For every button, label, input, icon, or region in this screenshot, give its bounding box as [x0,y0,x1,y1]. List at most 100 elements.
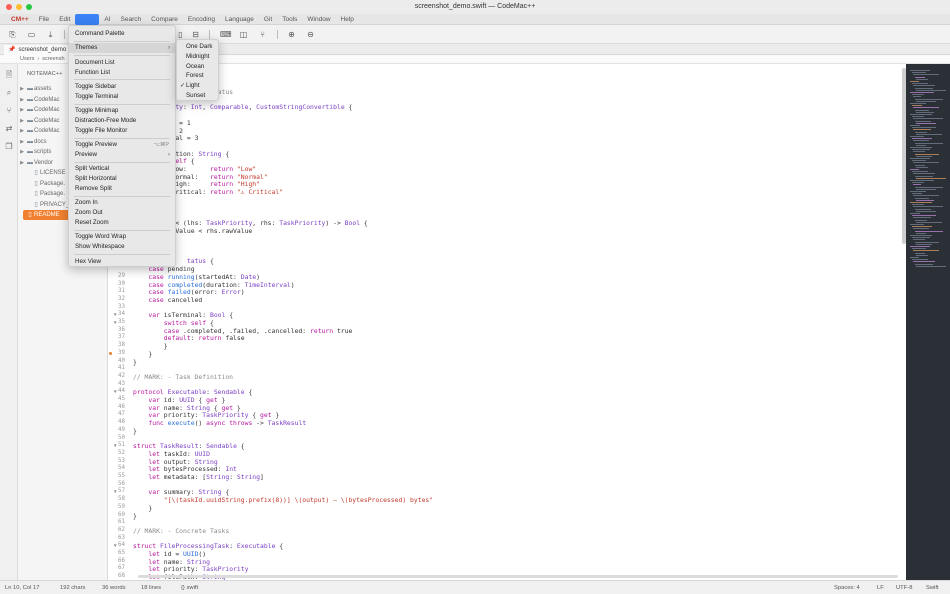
menu-item-remove-split[interactable]: Remove Split [69,184,175,194]
menu-item-reset-zoom[interactable]: Reset Zoom [69,218,175,228]
menu-compare[interactable]: Compare [146,14,183,25]
code-editor[interactable]: 29 30 31 32 33 34 ▼ 35 ▼ 36 37 38 39 40 41 42 43 44 ▼ 45 46 4… [108,64,906,581]
theme-label: Midnight [186,52,210,60]
new-file-icon[interactable]: ⎘ [8,30,17,39]
chevron-right-icon: ▶ [20,128,24,134]
menu-item-label: Hex View [75,257,102,265]
menu-edit[interactable]: Edit [54,14,75,25]
git-branch-icon[interactable]: ⑂ [258,30,267,39]
minimap-line [916,144,926,146]
line-number: 56 [118,480,125,487]
menu-ai[interactable]: AI [99,14,115,25]
cursor-position[interactable]: Ln 10, Col 17 [5,585,39,591]
git-icon[interactable]: ⑂ [4,106,14,116]
menu-separator [74,161,170,163]
menu-item-preview[interactable]: Preview › [69,150,175,160]
close-window-button[interactable] [6,4,12,10]
fold-arrow-icon[interactable]: ▼ [113,389,117,394]
menu-item-toggle-minimap[interactable]: Toggle Minimap [69,106,175,116]
breakpoint-marker[interactable] [109,351,112,355]
encoding[interactable]: UTF-8 [896,585,912,591]
menu-item-toggle-file-monitor[interactable]: Toggle File Monitor [69,126,175,136]
fold-arrow-icon[interactable]: ▼ [113,489,117,494]
menu-cm-[interactable]: CM++ [6,14,34,25]
menu-item-command-palette[interactable]: Command Palette [69,29,175,39]
menu-item-document-list[interactable]: Document List [69,58,175,68]
line-number: 61 [118,519,125,526]
breadcrumb-separator: › [37,56,40,62]
zoom-out-icon[interactable]: ⊖ [306,30,315,39]
chevron-right-icon: ▶ [20,149,24,155]
fold-arrow-icon[interactable]: ▼ [113,320,117,325]
menu-item-toggle-terminal[interactable]: Toggle Terminal [69,92,175,102]
editor-tab[interactable]: 📌 screenshot_demo [4,45,73,55]
horizontal-scrollbar[interactable] [138,575,898,578]
terminal-icon[interactable]: ⌨ [220,30,232,39]
menu-separator [74,103,170,105]
checkmark-icon: ✓ [180,83,186,90]
theme-item-one-dark[interactable]: One Dark [177,42,218,52]
menu-search[interactable]: Search [116,14,147,25]
snippets-icon[interactable]: ❐ [4,142,14,152]
menu-item-show-whitespace[interactable]: Show Whitespace [69,242,175,252]
sidebar-icon[interactable]: ◫ [239,30,248,39]
theme-item-sunset[interactable]: Sunset [177,91,218,101]
minimap-line [911,72,926,74]
explorer-icon[interactable]: 🗎 [4,70,14,80]
line-number: 48 [118,419,125,426]
minimize-window-button[interactable] [16,4,22,10]
line-number: 47 [118,411,125,418]
breadcrumb-segment[interactable]: Users [20,55,34,63]
menu-item-toggle-sidebar[interactable]: Toggle Sidebar [69,82,175,92]
split-view-icon[interactable]: ▯ [176,30,185,39]
menu-item-themes[interactable]: Themes › [69,43,175,54]
fold-arrow-icon[interactable]: ▼ [113,312,117,317]
menu-item-toggle-preview[interactable]: Toggle Preview ⌥⌘P [69,140,175,150]
breadcrumb-segment[interactable]: screensh [42,55,64,63]
theme-item-light[interactable]: ✓ Light [177,81,218,91]
fold-arrow-icon[interactable]: ▼ [113,543,117,548]
split-horizontal-icon[interactable]: ⊟ [191,30,200,39]
menu-language[interactable]: Language [220,14,259,25]
menu-window[interactable]: Window [302,14,335,25]
minimap-line [913,195,939,197]
menu-item-split-horizontal[interactable]: Split Horizontal [69,174,175,184]
fold-arrow-icon[interactable]: ▼ [113,443,117,448]
menu-file[interactable]: File [34,14,54,25]
indentation-setting[interactable]: Spaces: 4 [834,585,860,591]
menu-help[interactable]: Help [336,14,359,25]
minimap-line [913,250,939,252]
menu-item-label: Zoom In [75,199,98,207]
menu-item-function-list[interactable]: Function List [69,68,175,78]
menu-item-toggle-word-wrap[interactable]: Toggle Word Wrap [69,232,175,242]
theme-item-forest[interactable]: Forest [177,71,218,81]
zoom-window-button[interactable] [26,4,32,10]
menu-separator [74,137,170,139]
menu-view[interactable]: View [75,13,100,25]
menu-encoding[interactable]: Encoding [183,14,220,25]
menu-item-hex-view[interactable]: Hex View [69,257,175,267]
open-folder-icon[interactable]: ▭ [27,30,36,39]
menu-tools[interactable]: Tools [277,14,302,25]
menu-item-zoom-out[interactable]: Zoom Out [69,208,175,218]
minimap-line [916,89,946,91]
compare-icon[interactable]: ⇄ [4,124,14,134]
menu-item-split-vertical[interactable]: Split Vertical [69,164,175,174]
language-short[interactable]: Swift [926,585,939,591]
line-number: 42 [118,372,125,379]
save-icon[interactable]: ⤓ [46,30,55,39]
folder-icon: ▬ [27,96,33,103]
line-ending[interactable]: LF [877,585,884,591]
minimap[interactable] [906,64,950,580]
theme-item-ocean[interactable]: Ocean [177,62,218,72]
search-icon[interactable]: ⌕ [4,88,14,98]
word-count: 36 words [102,585,126,591]
zoom-in-icon[interactable]: ⊕ [287,30,296,39]
menu-item-distraction-free-mode[interactable]: Distraction-Free Mode [69,116,175,126]
menu-git[interactable]: Git [259,14,277,25]
title-bar: screenshot_demo.swift — CodeMac++ [0,0,950,14]
menu-item-zoom-in[interactable]: Zoom In [69,198,175,208]
chevron-right-icon: ▶ [20,138,24,145]
language-indicator[interactable]: {} swift [181,585,198,591]
theme-item-midnight[interactable]: Midnight [177,52,218,62]
